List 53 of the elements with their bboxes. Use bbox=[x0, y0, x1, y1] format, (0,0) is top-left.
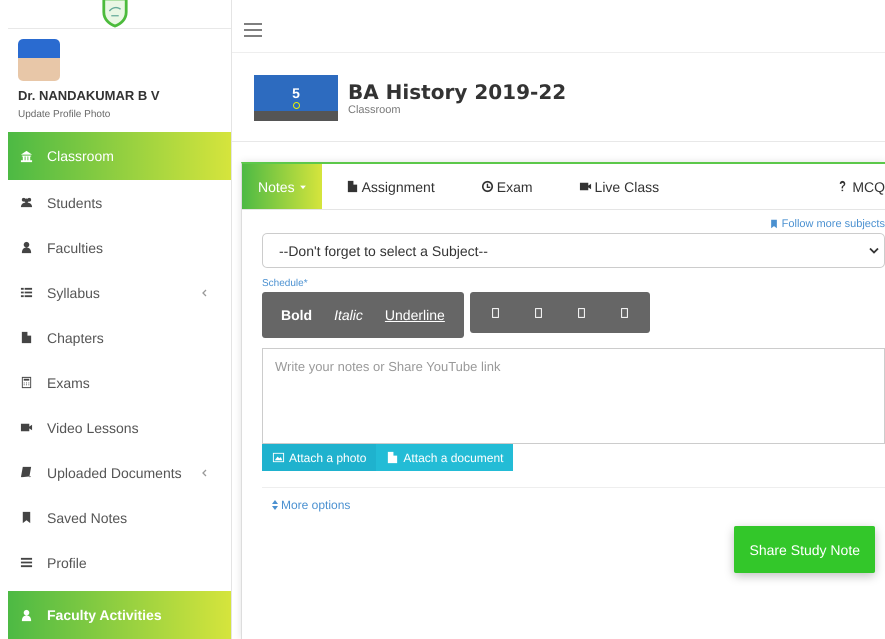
missing-glyph-icon bbox=[620, 308, 628, 318]
menu-icon[interactable] bbox=[244, 23, 262, 37]
book-icon bbox=[20, 466, 33, 479]
document-icon bbox=[346, 180, 359, 193]
bookmark-icon bbox=[20, 511, 33, 524]
user-icon bbox=[20, 241, 33, 254]
users-icon bbox=[20, 196, 33, 209]
tab[interactable]: Live Class bbox=[554, 164, 682, 209]
document-icon bbox=[386, 451, 400, 464]
update-photo-link[interactable]: Update Profile Photo bbox=[18, 109, 110, 120]
image-icon bbox=[272, 451, 285, 464]
shield-logo bbox=[100, 0, 128, 28]
sidebar-item[interactable]: Students bbox=[8, 180, 231, 225]
sidebar-item[interactable]: Chapters bbox=[8, 315, 231, 360]
chevron-left-icon bbox=[201, 288, 207, 296]
bold-button[interactable]: Bold bbox=[270, 307, 324, 323]
semester-number: 5 bbox=[292, 85, 300, 101]
chevron-down-icon bbox=[869, 247, 879, 254]
schedule-label: Schedule* bbox=[262, 278, 308, 289]
sidebar-item[interactable]: Exams bbox=[8, 360, 231, 405]
tab[interactable]: MCQ bbox=[812, 164, 885, 209]
video-camera-icon bbox=[20, 421, 33, 434]
missing-glyph-icon bbox=[534, 308, 542, 318]
user-icon bbox=[20, 608, 33, 622]
sidebar-item[interactable]: Faculties bbox=[8, 225, 231, 270]
missing-glyph-icon bbox=[578, 308, 585, 318]
class-title: BA History 2019-22 bbox=[348, 80, 566, 104]
tab[interactable]: Exam bbox=[456, 164, 555, 209]
list-icon bbox=[20, 286, 33, 299]
clock-icon bbox=[480, 180, 494, 193]
underline-button[interactable]: Underline bbox=[374, 307, 456, 323]
bank-icon bbox=[20, 150, 33, 162]
subject-select[interactable]: --Don't forget to select a Subject-- bbox=[262, 233, 885, 268]
sidebar-item[interactable]: Syllabus bbox=[8, 270, 231, 315]
sidebar-item[interactable]: Uploaded Documents bbox=[8, 450, 231, 495]
ring-icon bbox=[292, 102, 300, 109]
sort-icon bbox=[272, 500, 278, 510]
tag-icon bbox=[768, 219, 779, 229]
class-subtitle: Classroom bbox=[348, 104, 402, 116]
calculator-icon bbox=[20, 376, 33, 389]
sidebar-item[interactable]: Video Lessons bbox=[8, 405, 231, 450]
user-name: Dr. NANDAKUMAR B V bbox=[18, 88, 160, 103]
lines-icon bbox=[20, 556, 33, 569]
italic-button[interactable]: Italic bbox=[323, 307, 374, 323]
avatar-photo-placeholder bbox=[18, 39, 60, 81]
tab[interactable]: Assignment bbox=[322, 164, 457, 209]
sidebar-item[interactable]: Saved Notes bbox=[8, 495, 231, 540]
document-icon bbox=[20, 331, 33, 344]
video-camera-icon bbox=[578, 180, 592, 193]
notes-field[interactable]: Write your notes or Share YouTube link bbox=[262, 348, 885, 444]
chevron-left-icon bbox=[201, 468, 207, 476]
missing-glyph-icon bbox=[492, 308, 499, 318]
sidebar-item[interactable]: Profile bbox=[8, 540, 231, 585]
